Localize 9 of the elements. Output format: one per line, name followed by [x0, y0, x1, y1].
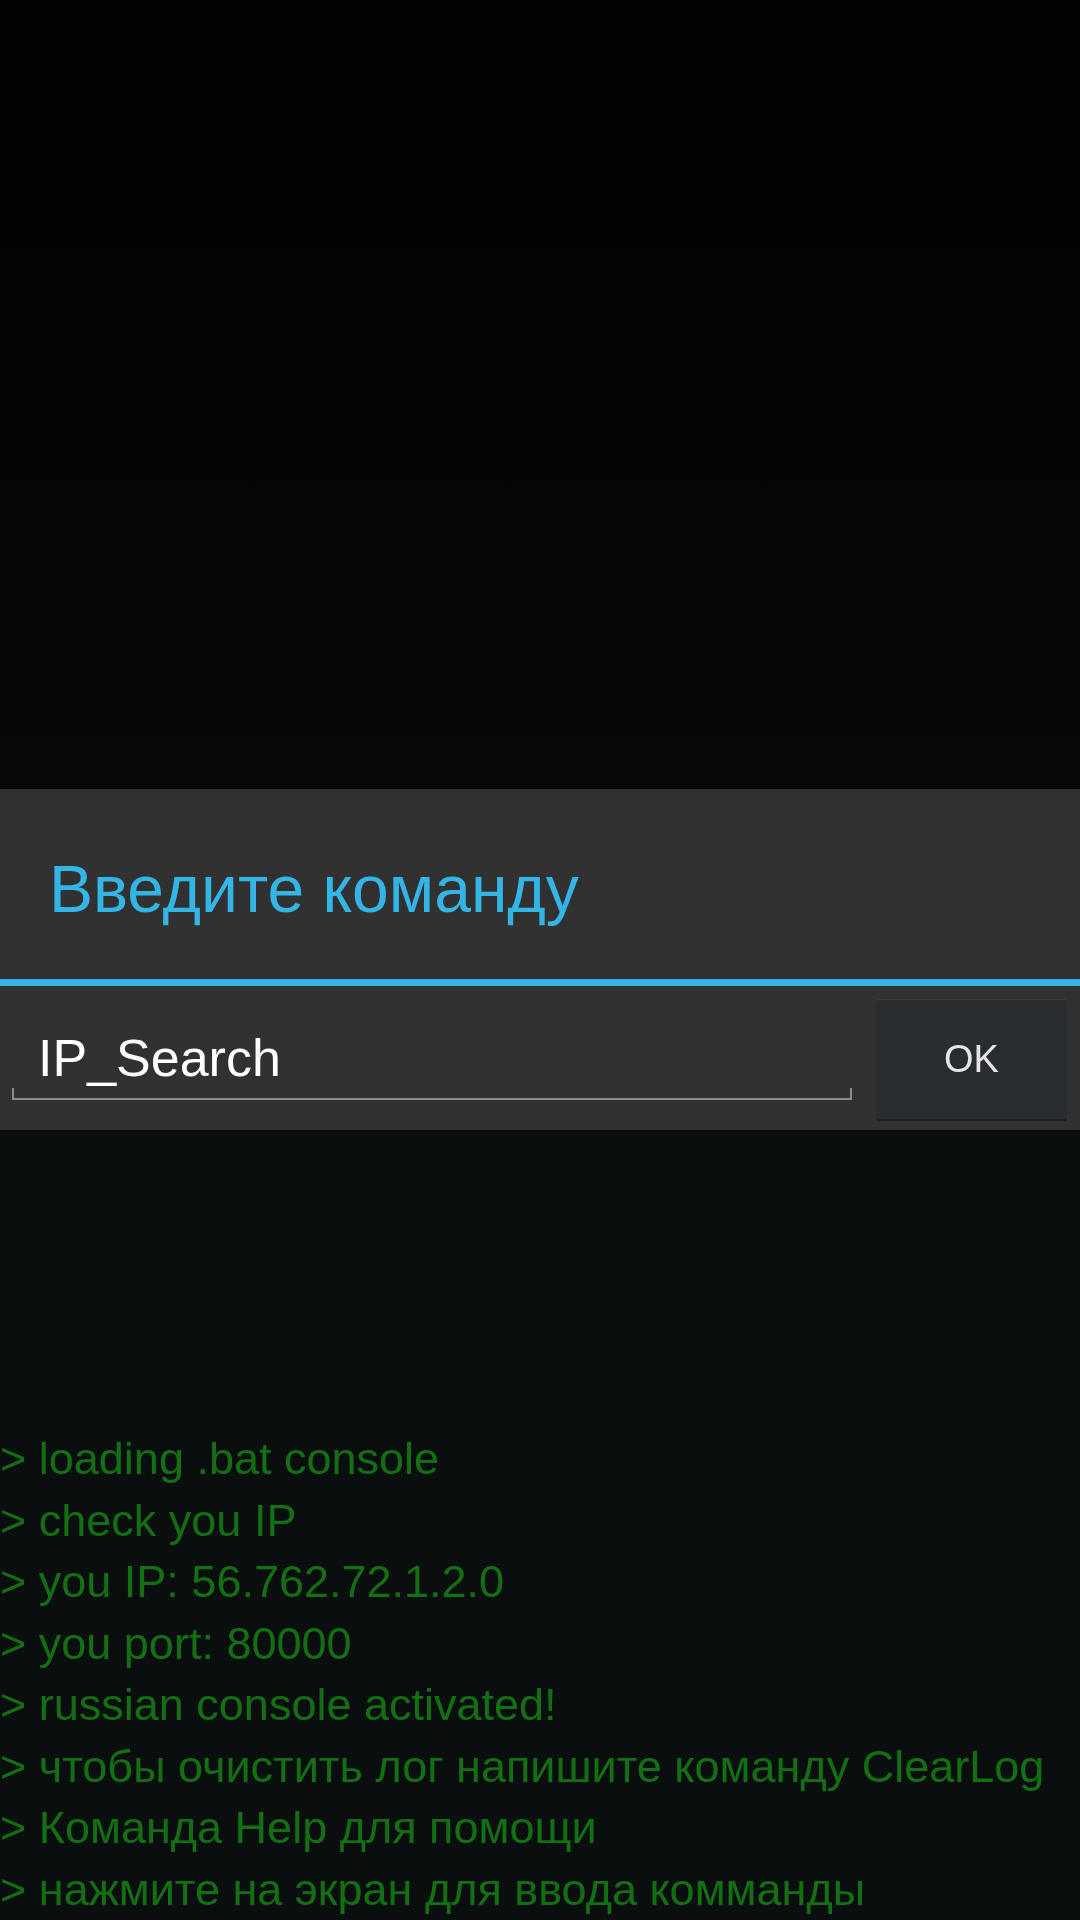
- console-line: > you IP: 56.762.72.1.2.0: [0, 1555, 505, 1609]
- console-line: > чтобы очистить лог напишите команду ClearLog: [0, 1739, 1045, 1794]
- console-line: > you port: 80000: [0, 1616, 352, 1671]
- console-line: > loading .bat console: [0, 1432, 440, 1486]
- console-line: > нажмите на экран для ввода комманды: [0, 1862, 865, 1917]
- console-line: > russian console activated!: [0, 1678, 557, 1732]
- console-line: > check you IP: [0, 1493, 297, 1548]
- console-line: > Команда Help для помощи: [0, 1801, 597, 1855]
- ok-button[interactable]: OK: [876, 999, 1067, 1121]
